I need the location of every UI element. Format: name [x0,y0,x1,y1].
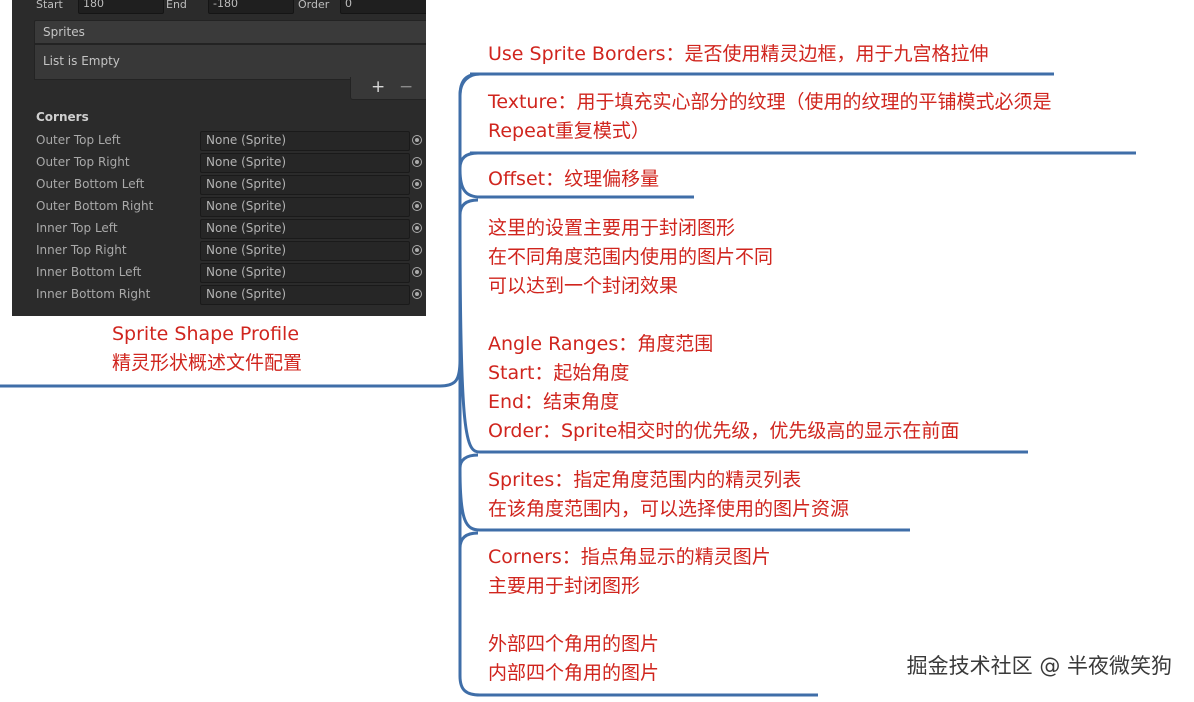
node-corners-line1: Corners：指点角显示的精灵图片 [488,546,771,568]
node-texture-line1: Texture：用于填充实心部分的纹理（使用的纹理的平铺模式必须是 [488,91,1052,113]
node-angle-line6: End：结束角度 [488,391,620,413]
node-angle-line5: Start：起始角度 [488,362,630,384]
root-title: Sprite Shape Profile [112,323,300,345]
node-offset: Offset：纹理偏移量 [488,168,660,190]
node-angle-line2: 在不同角度范围内使用的图片不同 [488,246,774,268]
node-corners-line2: 主要用于封闭图形 [488,575,641,597]
node-angle-line4: Angle Ranges：角度范围 [488,333,714,355]
node-corners-line3: 外部四个角用的图片 [488,633,660,655]
node-sprites-line1: Sprites：指定角度范围内的精灵列表 [488,469,802,491]
watermark: 掘金技术社区 @ 半夜微笑狗 [906,654,1172,678]
node-angle-line1: 这里的设置主要用于封闭图形 [488,217,736,239]
node-angle-line3: 可以达到一个封闭效果 [488,275,679,297]
root-subtitle: 精灵形状概述文件配置 [112,352,303,374]
node-corners-line4: 内部四个角用的图片 [488,662,660,684]
node-use-sprite-borders: Use Sprite Borders：是否使用精灵边框，用于九宫格拉伸 [488,43,989,65]
node-angle-line7: Order：Sprite相交时的优先级，优先级高的显示在前面 [488,420,960,442]
node-sprites-line2: 在该角度范围内，可以选择使用的图片资源 [488,498,850,520]
node-texture-line2: Repeat重复模式） [488,120,650,142]
